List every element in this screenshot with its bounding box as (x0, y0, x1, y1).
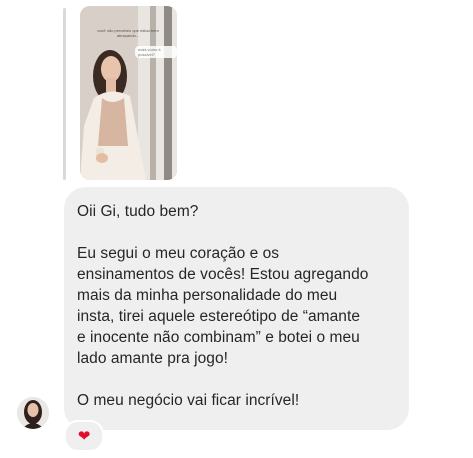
story-question-sticker: mais como é possível? (135, 46, 177, 58)
heart-icon: ❤ (77, 427, 91, 445)
message-bubble[interactable]: Oii Gi, tudo bem? Eu segui o meu coração… (64, 187, 409, 430)
message-line: insta, tirei aquele estereótipo de “aman… (77, 308, 360, 325)
reply-indicator-bar (63, 8, 66, 180)
message-line: lado amante pra jogo! (77, 350, 228, 367)
story-reply-thumbnail[interactable]: você não percebeu que estou bem abraçand… (80, 6, 177, 180)
story-caption: você não percebeu que estou bem abraçand… (97, 28, 159, 38)
sender-avatar[interactable] (17, 397, 49, 429)
message-line: mais da minha personalidade do meu (77, 287, 338, 304)
message-greeting: Oii Gi, tudo bem? (77, 203, 199, 220)
message-closing: O meu negócio vai ficar incrível! (77, 392, 300, 409)
message-line: e inocente não combinam” e botei o meu (77, 329, 360, 346)
avatar-photo (17, 397, 49, 429)
message-line: Eu segui o meu coração e os (77, 245, 280, 262)
reaction-badge[interactable]: ❤ (64, 420, 104, 452)
message-line: ensinamentos de vocês! Estou agregando (77, 266, 369, 283)
